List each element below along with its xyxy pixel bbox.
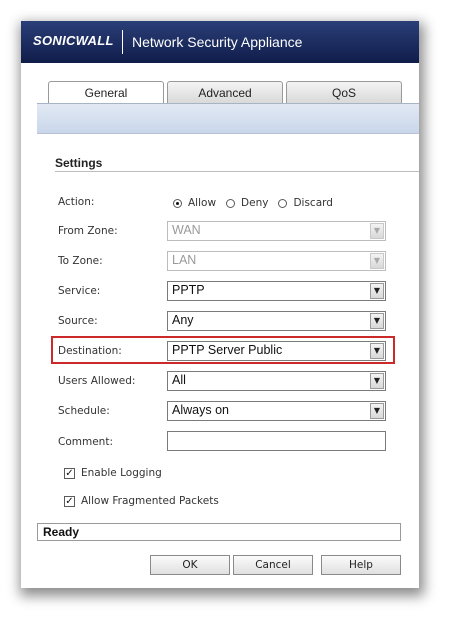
schedule-value: Always on — [172, 403, 229, 417]
dialog-window: SONICWALL Network Security Appliance Gen… — [21, 21, 419, 588]
radio-deny[interactable] — [226, 198, 236, 208]
action-label: Action: — [58, 196, 95, 208]
source-value: Any — [172, 313, 194, 327]
destination-label: Destination: — [58, 345, 122, 357]
to-zone-value: LAN — [172, 253, 197, 267]
source-label: Source: — [58, 315, 98, 327]
source-select[interactable]: Any ▼ — [167, 311, 386, 331]
schedule-select[interactable]: Always on ▼ — [167, 401, 386, 421]
help-button[interactable]: Help — [321, 555, 401, 575]
service-value: PPTP — [172, 283, 205, 297]
service-label: Service: — [58, 285, 101, 297]
to-zone-label: To Zone: — [58, 255, 103, 267]
cancel-button[interactable]: Cancel — [233, 555, 313, 575]
users-allowed-value: All — [172, 373, 186, 387]
tab-qos[interactable]: QoS — [286, 81, 402, 103]
allow-fragmented-row: ✓ Allow Fragmented Packets — [64, 495, 219, 507]
action-radio-group: Allow Deny Discard — [173, 197, 343, 209]
tab-advanced[interactable]: Advanced — [167, 81, 283, 103]
comment-input[interactable] — [167, 431, 386, 451]
service-select[interactable]: PPTP ▼ — [167, 281, 386, 301]
chevron-down-icon[interactable]: ▼ — [370, 313, 384, 329]
chevron-down-icon: ▼ — [370, 253, 384, 269]
radio-allow-label: Allow — [188, 197, 217, 209]
chevron-down-icon: ▼ — [370, 223, 384, 239]
app-header: SONICWALL Network Security Appliance — [21, 21, 419, 63]
radio-deny-label: Deny — [241, 197, 269, 209]
tab-bar: General Advanced QoS — [48, 81, 402, 103]
ok-button[interactable]: OK — [150, 555, 230, 575]
radio-allow[interactable] — [173, 198, 182, 208]
to-zone-select: LAN ▼ — [167, 251, 386, 271]
allow-fragmented-label: Allow Fragmented Packets — [81, 495, 219, 507]
settings-divider — [55, 171, 419, 172]
destination-value: PPTP Server Public — [172, 343, 283, 357]
chevron-down-icon[interactable]: ▼ — [370, 373, 384, 389]
tab-content-band — [37, 103, 419, 134]
app-title: Network Security Appliance — [132, 34, 303, 50]
enable-logging-checkbox[interactable]: ✓ — [64, 467, 75, 479]
status-bar: Ready — [37, 523, 401, 541]
schedule-label: Schedule: — [58, 405, 110, 417]
enable-logging-label: Enable Logging — [81, 467, 162, 479]
comment-label: Comment: — [58, 436, 113, 448]
header-divider — [122, 30, 123, 54]
chevron-down-icon[interactable]: ▼ — [370, 283, 384, 299]
chevron-down-icon[interactable]: ▼ — [370, 343, 384, 359]
chevron-down-icon[interactable]: ▼ — [370, 403, 384, 419]
users-allowed-label: Users Allowed: — [58, 375, 136, 387]
users-allowed-select[interactable]: All ▼ — [167, 371, 386, 391]
from-zone-value: WAN — [172, 223, 201, 237]
allow-fragmented-checkbox[interactable]: ✓ — [64, 495, 75, 507]
radio-discard[interactable] — [278, 198, 288, 208]
sonicwall-logo: SONICWALL — [33, 33, 114, 48]
from-zone-label: From Zone: — [58, 225, 118, 237]
settings-title: Settings — [55, 156, 103, 170]
tab-general[interactable]: General — [48, 81, 164, 103]
destination-select[interactable]: PPTP Server Public ▼ — [167, 341, 386, 361]
radio-discard-label: Discard — [293, 197, 333, 209]
from-zone-select: WAN ▼ — [167, 221, 386, 241]
enable-logging-row: ✓ Enable Logging — [64, 467, 162, 479]
